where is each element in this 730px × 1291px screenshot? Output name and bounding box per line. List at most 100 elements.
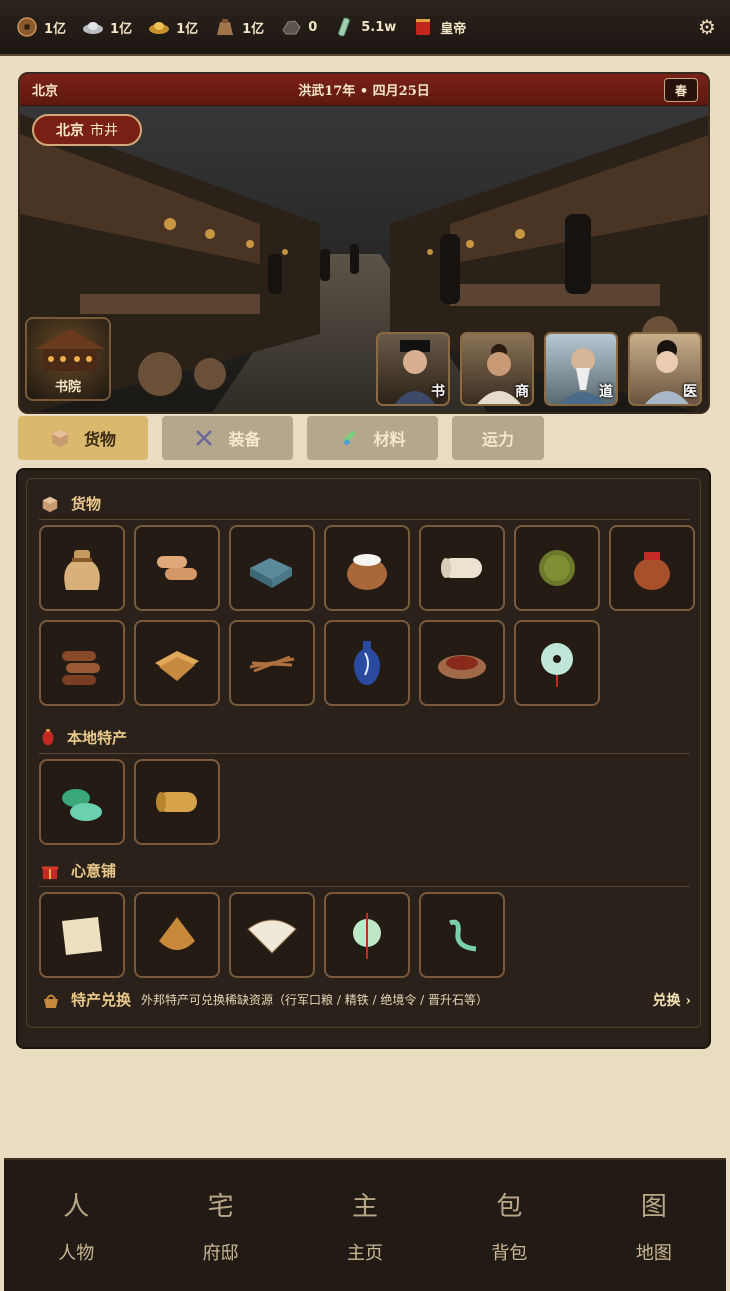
resource-silver[interactable]: 1亿 bbox=[74, 0, 140, 55]
nav-character[interactable]: 人人物 bbox=[4, 1160, 148, 1291]
academy-button[interactable]: 书院 bbox=[25, 317, 111, 401]
tab-transport[interactable]: 运力 bbox=[452, 416, 544, 460]
goods-grid bbox=[39, 525, 695, 706]
local-grid bbox=[39, 759, 695, 845]
cloth-bag-icon bbox=[64, 550, 100, 590]
item-slot[interactable] bbox=[514, 620, 600, 706]
resource-iron[interactable]: 0 bbox=[272, 0, 325, 55]
npc-merchant[interactable]: 商 bbox=[460, 332, 534, 406]
tab-label: 货物 bbox=[83, 430, 116, 449]
tea-bricks-icon bbox=[250, 558, 292, 588]
item-slot[interactable] bbox=[39, 892, 125, 978]
section-title-text: 货物 bbox=[71, 495, 102, 513]
tab-label: 装备 bbox=[228, 430, 261, 449]
nav-home[interactable]: 主主页 bbox=[293, 1160, 437, 1291]
iron-ore-icon bbox=[282, 20, 301, 35]
game-date: 洪武17年 • 四月25日 bbox=[298, 84, 430, 99]
nav-label: 背包 bbox=[491, 1243, 528, 1264]
nav-glyph: 人 bbox=[63, 1192, 90, 1222]
tab-materials[interactable]: 材料 bbox=[307, 416, 438, 460]
location-badge[interactable]: 北京 市井 bbox=[32, 114, 142, 146]
goods-panel-inner: 货物 本地特产 心意铺 特产兑换 外邦特产可兑换稀缺资源（行军口粮 / 精铁 /… bbox=[26, 478, 701, 1028]
location-name: 市井 bbox=[90, 123, 118, 139]
exchange-description: 外邦特产可兑换稀缺资源（行军口粮 / 精铁 / 绝境令 / 晋升石等） bbox=[141, 993, 489, 1007]
settings-button[interactable]: ⚙ bbox=[692, 12, 722, 42]
wine-jar-icon bbox=[634, 552, 670, 590]
folding-fan-icon bbox=[247, 919, 297, 954]
gear-icon: ⚙ bbox=[698, 15, 716, 39]
gift-grid bbox=[39, 892, 695, 978]
nav-glyph: 包 bbox=[496, 1192, 523, 1222]
jade-hairpin-icon bbox=[449, 919, 477, 952]
category-tabs: 货物 装备 材料 运力 bbox=[18, 416, 544, 460]
tab-equipment[interactable]: 装备 bbox=[162, 416, 293, 460]
scene-header: 北京 洪武17年 • 四月25日 春 bbox=[20, 74, 708, 106]
box-icon bbox=[51, 430, 68, 447]
box-icon bbox=[42, 496, 58, 512]
resource-rank[interactable]: 皇帝 bbox=[404, 0, 474, 55]
npc-scholar[interactable]: 书 bbox=[376, 332, 450, 406]
item-slot[interactable] bbox=[324, 892, 410, 978]
sachet-icon bbox=[159, 917, 195, 950]
npc-role: 书 bbox=[431, 384, 445, 400]
tea-cake-icon bbox=[539, 550, 575, 586]
item-slot[interactable] bbox=[609, 525, 695, 611]
resource-value: 5.1w bbox=[361, 19, 397, 35]
crossed-swords-icon bbox=[196, 430, 213, 446]
resource-copper[interactable]: 1亿 bbox=[8, 0, 74, 55]
divider bbox=[39, 886, 690, 887]
brocade-roll-icon bbox=[156, 792, 197, 812]
nav-bag[interactable]: 包背包 bbox=[437, 1160, 581, 1291]
item-slot[interactable] bbox=[419, 892, 505, 978]
nav-glyph: 主 bbox=[352, 1192, 379, 1222]
nav-map[interactable]: 图地图 bbox=[582, 1160, 726, 1291]
market-scene: 北京 洪武17年 • 四月25日 春 北京 市井 书院 书 商 道 医 bbox=[18, 72, 710, 414]
item-slot[interactable] bbox=[134, 759, 220, 845]
item-slot[interactable] bbox=[134, 525, 220, 611]
npc-doctor[interactable]: 医 bbox=[628, 332, 702, 406]
cotton-bolt-icon bbox=[441, 558, 482, 578]
season-badge[interactable]: 春 bbox=[664, 78, 698, 102]
resource-grain[interactable]: 1亿 bbox=[206, 0, 272, 55]
item-slot[interactable] bbox=[419, 525, 505, 611]
item-slot[interactable] bbox=[324, 620, 410, 706]
porcelain-vase-icon bbox=[354, 641, 380, 685]
nav-mansion[interactable]: 宅府邸 bbox=[148, 1160, 292, 1291]
bottom-navigation: 人人物 宅府邸 主主页 包背包 图地图 bbox=[4, 1158, 726, 1291]
nav-label: 人物 bbox=[58, 1243, 95, 1264]
exchange-button[interactable]: 兑换 › bbox=[653, 990, 691, 1010]
item-slot[interactable] bbox=[229, 525, 315, 611]
resource-value: 1亿 bbox=[242, 21, 265, 37]
item-slot[interactable] bbox=[229, 620, 315, 706]
item-slot[interactable] bbox=[419, 620, 505, 706]
handkerchief-icon bbox=[62, 917, 102, 955]
herb-icon bbox=[343, 431, 356, 446]
section-local-title: 本地特产 bbox=[41, 727, 127, 748]
npc-taoist[interactable]: 道 bbox=[544, 332, 618, 406]
academy-label: 书院 bbox=[54, 380, 81, 395]
item-slot[interactable] bbox=[39, 620, 125, 706]
silver-ingot-icon bbox=[83, 22, 104, 34]
item-slot[interactable] bbox=[229, 892, 315, 978]
jade-pendant-icon bbox=[353, 913, 381, 959]
resource-value: 1亿 bbox=[44, 21, 67, 37]
resource-jade[interactable]: 5.1w bbox=[325, 0, 404, 55]
tab-label: 运力 bbox=[481, 430, 514, 449]
item-slot[interactable] bbox=[134, 620, 220, 706]
paper-sheets-icon bbox=[155, 651, 199, 681]
resource-gold[interactable]: 1亿 bbox=[140, 0, 206, 55]
item-slot[interactable] bbox=[324, 525, 410, 611]
copper-coin-icon bbox=[17, 17, 37, 37]
academy-building-icon bbox=[35, 329, 105, 371]
resource-value: 皇帝 bbox=[440, 21, 467, 37]
silk-rolls-icon bbox=[157, 556, 197, 580]
item-slot[interactable] bbox=[39, 759, 125, 845]
item-slot[interactable] bbox=[514, 525, 600, 611]
npc-list: 书 商 道 医 bbox=[376, 332, 702, 406]
item-slot[interactable] bbox=[134, 892, 220, 978]
item-slot[interactable] bbox=[39, 525, 125, 611]
tab-goods[interactable]: 货物 bbox=[18, 416, 148, 460]
jade-token-icon bbox=[338, 17, 351, 37]
npc-role: 商 bbox=[515, 384, 529, 400]
resource-value: 1亿 bbox=[110, 21, 133, 37]
